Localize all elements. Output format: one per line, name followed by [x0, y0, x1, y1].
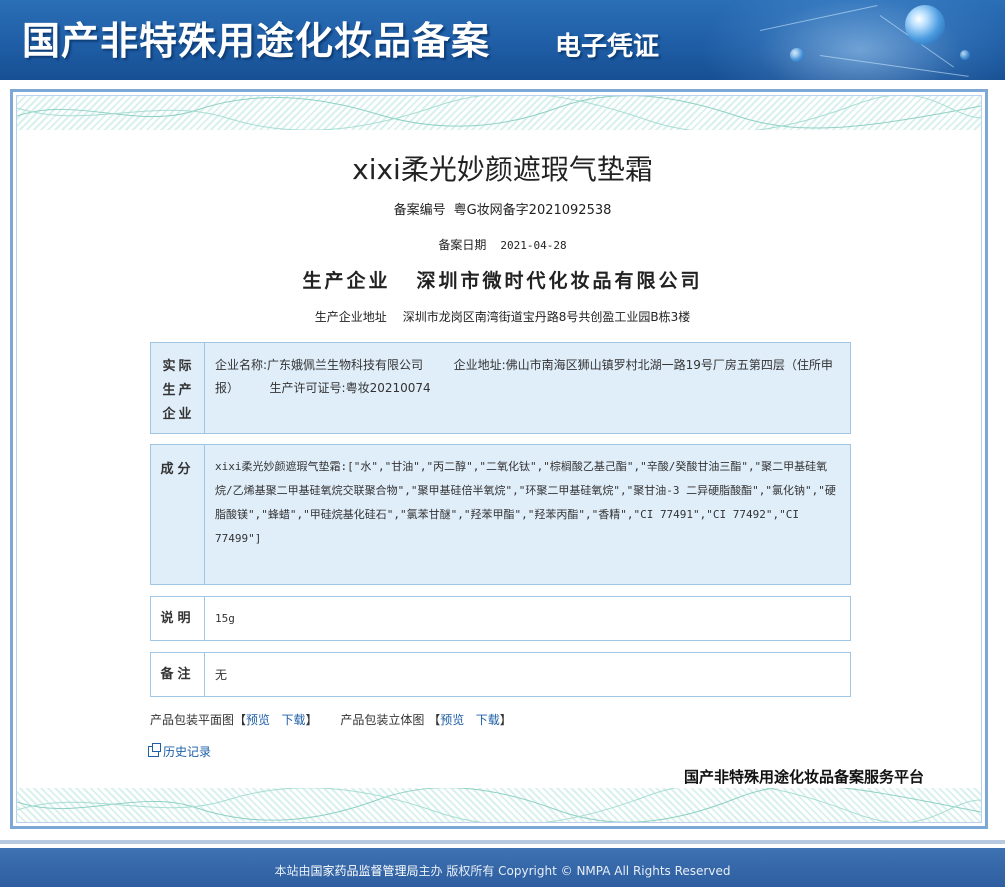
- footer-org: 国家药品监督管理局: [310, 864, 419, 878]
- package-solid-download-link[interactable]: 下载: [476, 713, 500, 727]
- package-flat-download-link[interactable]: 下载: [282, 713, 306, 727]
- bracket-close: 】: [499, 713, 512, 727]
- page-header: 国产非特殊用途化妆品备案 电子凭证: [0, 0, 1005, 80]
- actual-producer-address-label: 企业地址:: [453, 358, 506, 372]
- producer-address-line: 生产企业地址 深圳市龙岗区南湾街道宝丹路8号共创盈工业园B栋3楼: [0, 308, 1005, 325]
- page-footer: 本站由国家药品监督管理局主办 版权所有 Copyright © NMPA All…: [0, 848, 1005, 887]
- window-icon: [148, 743, 161, 757]
- footer-suffix: 主办 版权所有 Copyright © NMPA All Rights Rese…: [418, 864, 731, 878]
- actual-producer-name: 广东娥佩兰生物科技有限公司: [267, 358, 424, 372]
- decorative-band-top: [17, 96, 981, 130]
- remark-box: 备注 无: [150, 652, 851, 697]
- footer-prefix: 本站由: [274, 864, 311, 878]
- record-number: 粤G妆网备字2021092538: [453, 203, 612, 218]
- header-glow: [700, 0, 1005, 80]
- product-name: xixi柔光妙颜遮瑕气垫霜: [352, 153, 653, 186]
- platform-name: 国产非特殊用途化妆品备案服务平台: [684, 768, 925, 786]
- header-title: 国产非特殊用途化妆品备案: [22, 18, 491, 63]
- license-label: 生产许可证号:: [269, 381, 346, 395]
- bracket-open: 【: [234, 713, 247, 727]
- package-solid-label: 产品包装立体图: [340, 713, 425, 727]
- record-date-label: 备案日期: [438, 238, 487, 252]
- header-decoration-orb: [960, 50, 970, 60]
- guilloche-bottom: [17, 788, 981, 822]
- description-text: 15g: [215, 612, 235, 625]
- record-number-line: 备案编号 粤G妆网备字2021092538: [0, 199, 1005, 218]
- package-solid-preview-link[interactable]: 预览: [440, 713, 464, 727]
- history-label[interactable]: 历史记录: [163, 745, 211, 759]
- guilloche-top: [17, 96, 981, 130]
- ingredients-box: 成分 xixi柔光妙颜遮瑕气垫霜:["水","甘油","丙二醇","二氧化钛",…: [150, 444, 851, 585]
- actual-producer-box: 实际生产企业 企业名称:广东娥佩兰生物科技有限公司 企业地址:佛山市南海区狮山镇…: [150, 342, 851, 434]
- bracket-close: 】: [305, 713, 318, 727]
- footer-rule: [0, 840, 1005, 844]
- producer-name: 深圳市微时代化妆品有限公司: [416, 270, 703, 292]
- ingredients-text: xixi柔光妙颜遮瑕气垫霜:["水","甘油","丙二醇","二氧化钛","棕榈…: [215, 460, 836, 545]
- decorative-band-bottom: [17, 788, 981, 822]
- record-date: 2021-04-28: [500, 239, 567, 252]
- record-date-line: 备案日期 2021-04-28: [0, 236, 1005, 253]
- actual-producer-body: 企业名称:广东娥佩兰生物科技有限公司 企业地址:佛山市南海区狮山镇罗村北湖一路1…: [205, 343, 850, 433]
- package-images-line: 产品包装平面图【预览 下载】 产品包装立体图 【预览 下载】: [150, 711, 512, 728]
- package-flat-preview-link[interactable]: 预览: [246, 713, 270, 727]
- history-link[interactable]: 历史记录: [148, 743, 211, 760]
- package-flat-label: 产品包装平面图: [150, 713, 235, 727]
- producer-line: 生产企业 深圳市微时代化妆品有限公司: [0, 266, 1005, 293]
- actual-producer-name-label: 企业名称:: [215, 358, 268, 372]
- actual-producer-head: 实际生产企业: [151, 343, 205, 433]
- description-head: 说明: [151, 597, 205, 640]
- header-decoration-orb: [790, 48, 804, 62]
- remark-text: 无: [215, 668, 228, 682]
- description-box: 说明 15g: [150, 596, 851, 641]
- header-subtitle: 电子凭证: [555, 32, 660, 62]
- producer-label: 生产企业: [302, 270, 391, 292]
- ingredients-head: 成分: [151, 445, 205, 584]
- license-number: 粤妆20210074: [345, 381, 431, 395]
- remark-head: 备注: [151, 653, 205, 696]
- producer-address: 深圳市龙岗区南湾街道宝丹路8号共创盈工业园B栋3楼: [402, 310, 691, 324]
- bracket-open: 【: [428, 713, 441, 727]
- producer-address-label: 生产企业地址: [314, 310, 387, 324]
- header-decoration-orb: [905, 5, 945, 45]
- record-number-label: 备案编号: [393, 203, 446, 218]
